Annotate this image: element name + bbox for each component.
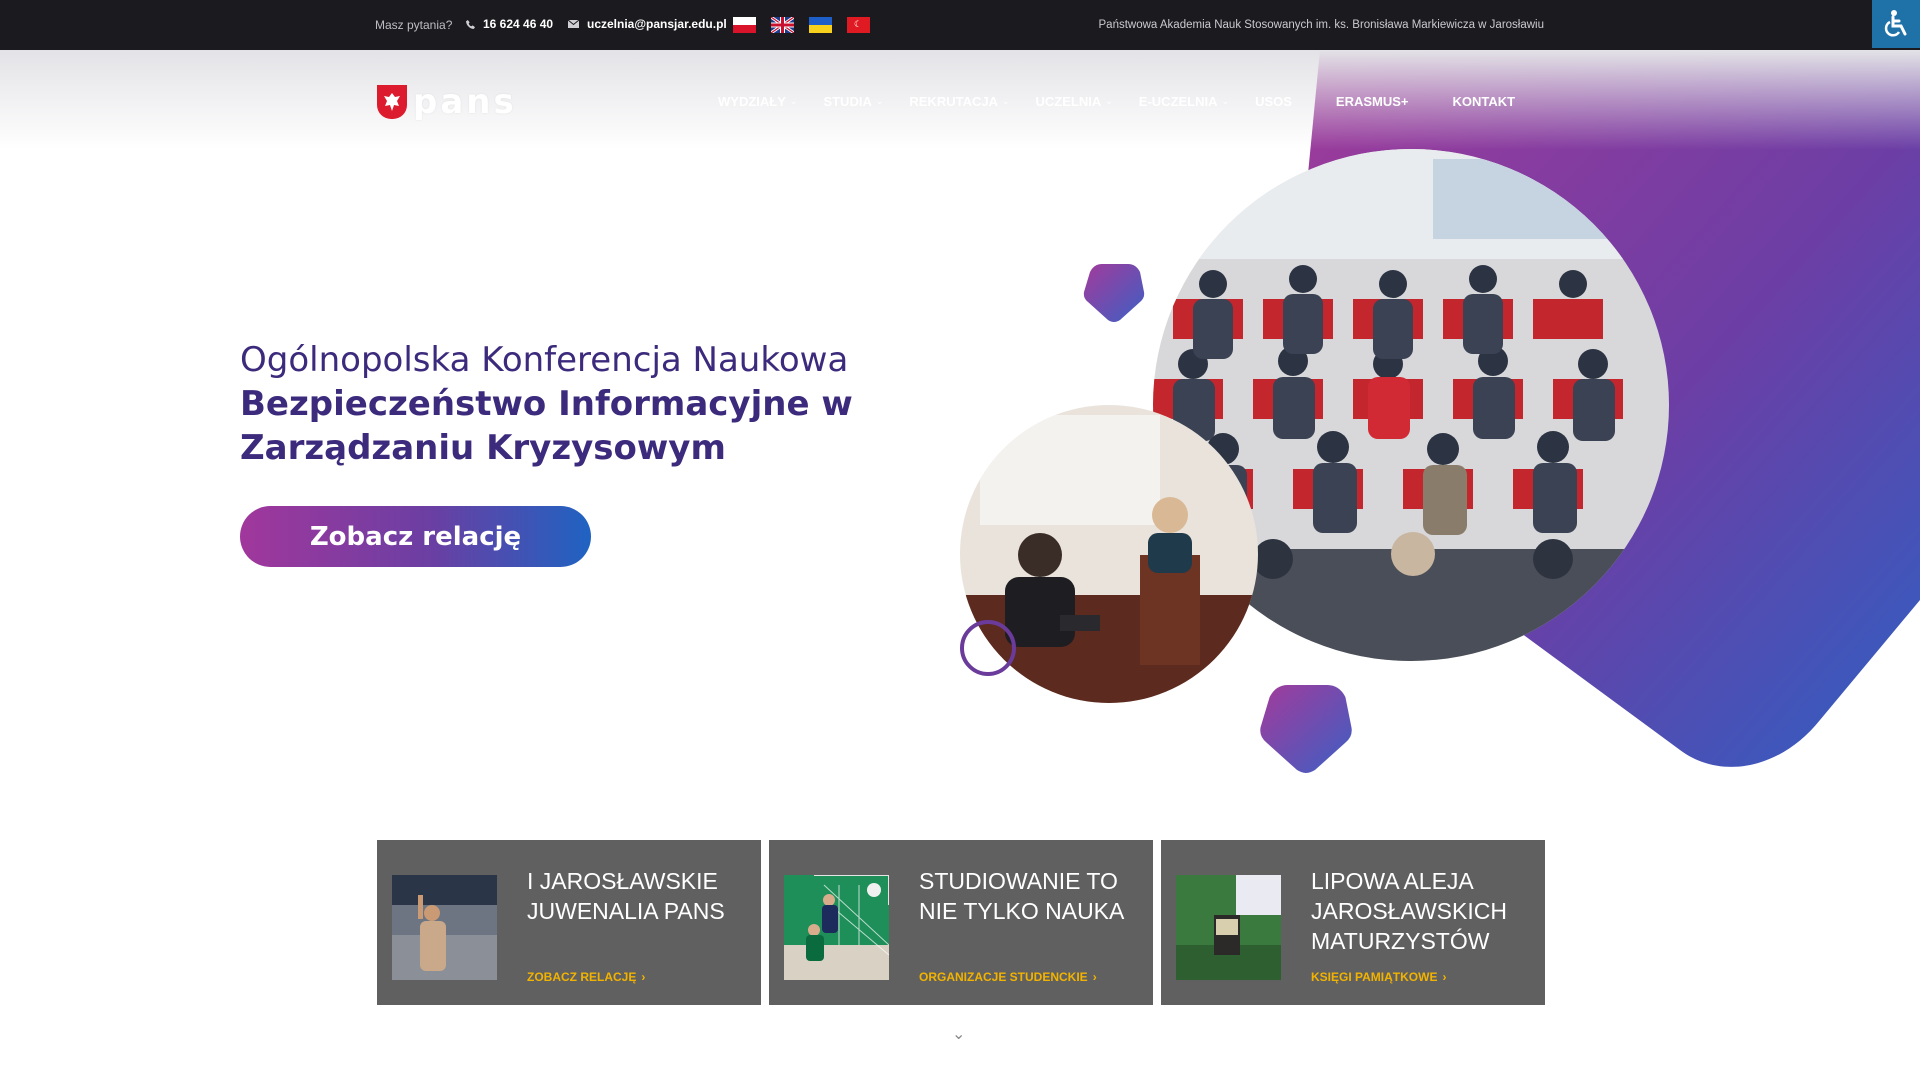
nav-item-label: KONTAKT (1452, 94, 1516, 109)
phone-number: 16 624 46 40 (483, 17, 554, 31)
see-report-button[interactable]: Zobacz relację (240, 506, 591, 567)
envelope-icon (568, 20, 579, 28)
flag-ua-icon[interactable] (809, 17, 832, 33)
card-juwenalia[interactable]: I JAROSŁAWSKIE JUWENALIA PANS ZOBACZ REL… (377, 840, 761, 1005)
site-logo[interactable]: pans (377, 82, 517, 122)
feature-cards: I JAROSŁAWSKIE JUWENALIA PANS ZOBACZ REL… (377, 840, 1545, 1005)
nav-item-label: REKRUTACJA (909, 94, 998, 109)
decorative-ring (960, 620, 1016, 676)
decorative-pentagon-small (1083, 264, 1145, 322)
chevron-down-icon: ⌄ (875, 96, 884, 106)
crescent-icon: ☾ (854, 19, 863, 29)
chevron-down-icon: ⌄ (1105, 96, 1113, 106)
chevron-down-icon: ⌄ (789, 96, 798, 106)
chevron-right-icon: › (1092, 970, 1097, 984)
nav-item-studia[interactable]: STUDIA ⌄ (823, 94, 883, 109)
decorative-pentagon-large (1260, 685, 1352, 773)
card-title: LIPOWA ALEJA JAROSŁAWSKICH MATURZYSTÓW (1311, 868, 1507, 954)
card-link[interactable]: ZOBACZ RELACJĘ › (527, 970, 645, 984)
card-student-life-image (784, 875, 889, 980)
flag-tr-icon[interactable]: ☾ (847, 17, 870, 33)
nav-item-rekrutacja[interactable]: REKRUTACJA ⌄ (909, 94, 1009, 109)
flag-en-icon[interactable] (771, 17, 794, 33)
card-juwenalia-image (392, 875, 497, 980)
flag-pl-icon[interactable] (733, 17, 756, 33)
language-switcher: ☾ (733, 17, 870, 33)
chevron-right-icon: › (641, 970, 646, 984)
card-link-label: ORGANIZACJE STUDENCKIE (919, 970, 1088, 984)
scroll-down-chevron-icon[interactable]: ⌄ (952, 1024, 965, 1044)
hero-heading-line-2: Bezpieczeństwo Informacyjne w (240, 384, 853, 424)
eagle-crest-icon (377, 85, 407, 119)
card-link[interactable]: KSIĘGI PAMIĄTKOWE › (1311, 970, 1446, 984)
nav-item-e-uczelnia[interactable]: E-UCZELNIA ⌄ (1139, 94, 1229, 109)
phone-link[interactable]: 16 624 46 40 (466, 17, 553, 31)
nav-item-label: ERASMUS+ (1335, 94, 1409, 109)
chevron-down-icon: ⌄ (1221, 96, 1230, 106)
nav-item-usos[interactable]: USOS (1255, 94, 1292, 109)
card-graduates-avenue-image (1176, 875, 1281, 980)
questions-label: Masz pytania? (375, 18, 453, 32)
nav-item-label: WYDZIAŁY (718, 94, 786, 109)
nav-item-uczelnia[interactable]: UCZELNIA ⌄ (1036, 94, 1113, 109)
nav-item-wydzialy[interactable]: WYDZIAŁY ⌄ (718, 94, 797, 109)
card-graduates-avenue[interactable]: LIPOWA ALEJA JAROSŁAWSKICH MATURZYSTÓW K… (1161, 840, 1545, 1005)
nav-item-label: E-UCZELNIA (1138, 94, 1218, 109)
card-title: STUDIOWANIE TO NIE TYLKO NAUKA (919, 868, 1125, 924)
email-address: uczelnia@pansjar.edu.pl (587, 17, 727, 31)
nav-item-erasmus[interactable]: ERASMUS+ (1336, 94, 1409, 109)
nav-item-label: UCZELNIA (1035, 94, 1102, 109)
nav-item-kontakt[interactable]: KONTAKT (1453, 94, 1516, 109)
card-link-label: KSIĘGI PAMIĄTKOWE (1311, 970, 1438, 984)
nav-item-label: STUDIA (823, 94, 872, 109)
card-student-life[interactable]: STUDIOWANIE TO NIE TYLKO NAUKA ORGANIZAC… (769, 840, 1153, 1005)
main-navigation: WYDZIAŁY ⌄ STUDIA ⌄ REKRUTACJA ⌄ UCZELNIA ⌄ … (718, 94, 1515, 109)
card-link-label: ZOBACZ RELACJĘ (527, 970, 637, 984)
logo-wordmark: pans (413, 82, 517, 122)
email-link[interactable]: uczelnia@pansjar.edu.pl (568, 17, 727, 31)
card-link[interactable]: ORGANIZACJE STUDENCKIE › (919, 970, 1097, 984)
hero-heading: Ogólnopolska Konferencja Naukowa Bezpiec… (240, 338, 853, 470)
chevron-down-icon: ⌄ (1001, 96, 1010, 106)
card-title: I JAROSŁAWSKIE JUWENALIA PANS (527, 868, 725, 924)
hero-heading-line-1: Ogólnopolska Konferencja Naukowa (240, 340, 849, 380)
chevron-right-icon: › (1442, 970, 1447, 984)
phone-icon (466, 19, 475, 29)
nav-item-label: USOS (1255, 94, 1292, 109)
hero-heading-line-3: Zarządzaniu Kryzysowym (240, 428, 726, 468)
